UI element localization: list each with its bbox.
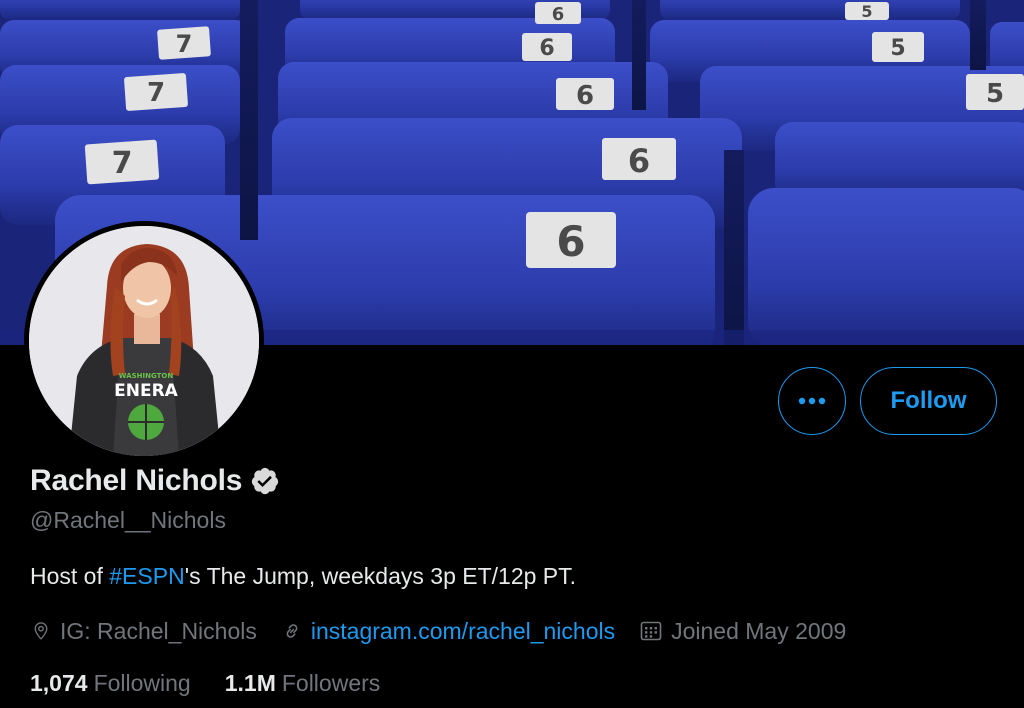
follow-button[interactable]: Follow <box>860 367 997 435</box>
following-count: 1,074 <box>30 670 88 696</box>
bio-hashtag-link[interactable]: #ESPN <box>109 563 184 589</box>
location-pin-icon <box>34 622 48 640</box>
following-stat[interactable]: 1,074 Following <box>30 670 191 697</box>
profile-bio: Host of #ESPN's The Jump, weekdays 3p ET… <box>30 563 576 590</box>
profile-avatar[interactable]: WASHINGTON ENERA <box>24 221 264 461</box>
following-label: Following <box>93 670 191 696</box>
profile-name: Rachel Nichols <box>30 464 243 497</box>
svg-text:7: 7 <box>147 78 165 108</box>
svg-text:7: 7 <box>176 30 193 58</box>
svg-text:6: 6 <box>628 142 650 180</box>
profile-location: IG: Rachel_Nichols <box>30 618 257 645</box>
profile-name-row: Rachel Nichols <box>30 464 280 498</box>
profile-handle: @Rachel__Nichols <box>30 507 226 533</box>
svg-text:5: 5 <box>986 79 1004 109</box>
joined-text: Joined May 2009 <box>671 617 847 644</box>
website-link[interactable]: instagram.com/rachel_nichols <box>311 618 615 645</box>
bio-text-suffix: 's The Jump, weekdays 3p ET/12p PT. <box>184 563 577 589</box>
bio-text-prefix: Host of <box>30 563 110 589</box>
followers-stat[interactable]: 1.1M Followers <box>225 670 381 697</box>
svg-text:5: 5 <box>890 36 905 61</box>
location-text: IG: Rachel_Nichols <box>60 617 257 644</box>
followers-count: 1.1M <box>224 670 276 696</box>
svg-text:6: 6 <box>552 4 565 25</box>
more-options-button[interactable] <box>778 367 846 435</box>
link-icon <box>286 624 298 638</box>
svg-text:5: 5 <box>861 2 872 21</box>
ellipsis-icon <box>798 397 826 405</box>
svg-text:ENERA: ENERA <box>114 381 179 401</box>
verified-badge-icon <box>252 467 279 495</box>
svg-text:6: 6 <box>539 36 554 61</box>
profile-joined: Joined May 2009 <box>639 618 846 645</box>
profile-website[interactable]: instagram.com/rachel_nichols <box>281 618 615 645</box>
profile-meta: IG: Rachel_Nichols instagram.com/rachel_… <box>30 614 870 648</box>
calendar-icon <box>640 621 662 641</box>
svg-text:6: 6 <box>556 217 585 266</box>
profile-stats: 1,074 Following 1.1M Followers <box>30 670 414 697</box>
svg-text:WASHINGTON: WASHINGTON <box>119 372 174 380</box>
svg-text:6: 6 <box>576 81 594 111</box>
avatar-photo: WASHINGTON ENERA <box>29 226 259 456</box>
svg-text:7: 7 <box>112 146 133 181</box>
followers-label: Followers <box>281 670 381 696</box>
